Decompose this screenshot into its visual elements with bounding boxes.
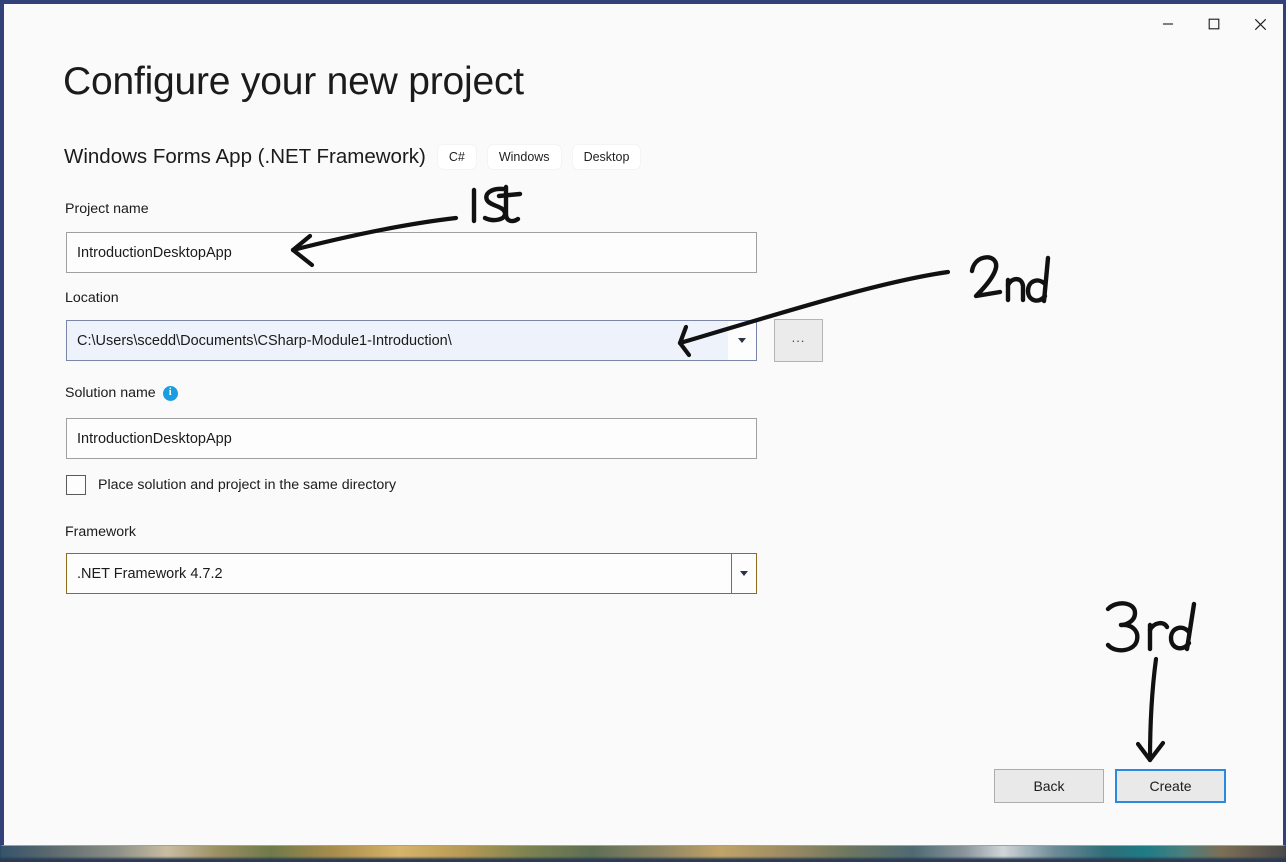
location-dropdown-button[interactable]: [728, 321, 756, 360]
location-combobox[interactable]: C:\Users\scedd\Documents\CSharp-Module1-…: [66, 320, 757, 361]
location-label: Location: [65, 290, 119, 306]
create-button[interactable]: Create: [1115, 769, 1226, 803]
back-button[interactable]: Back: [994, 769, 1104, 803]
framework-selected-value: .NET Framework 4.7.2: [77, 565, 223, 582]
project-name-label: Project name: [65, 201, 149, 217]
framework-dropdown-button[interactable]: [731, 554, 756, 593]
browse-location-button[interactable]: ...: [774, 319, 823, 362]
solution-name-label: Solution name: [65, 385, 156, 401]
same-directory-checkbox[interactable]: [66, 475, 86, 495]
chevron-down-icon: [740, 571, 748, 576]
same-directory-label: Place solution and project in the same d…: [98, 477, 397, 493]
new-project-dialog-window: Configure your new project Windows Forms…: [0, 0, 1286, 846]
template-summary-row: Windows Forms App (.NET Framework) C# Wi…: [64, 145, 641, 170]
browse-button-label: ...: [791, 329, 806, 345]
info-icon[interactable]: i: [162, 385, 178, 401]
page-title: Configure your new project: [63, 60, 524, 103]
framework-label: Framework: [65, 524, 136, 540]
solution-name-label-row: Solution name i: [65, 385, 178, 401]
chevron-down-icon: [738, 338, 746, 343]
tag-project-type: Desktop: [572, 145, 641, 170]
project-name-input[interactable]: IntroductionDesktopApp: [66, 232, 757, 273]
location-input[interactable]: C:\Users\scedd\Documents\CSharp-Module1-…: [67, 321, 728, 360]
tag-platform: Windows: [487, 145, 561, 170]
tag-language: C#: [437, 145, 476, 170]
same-directory-row[interactable]: Place solution and project in the same d…: [66, 475, 396, 495]
framework-combobox[interactable]: .NET Framework 4.7.2: [66, 553, 757, 594]
template-name: Windows Forms App (.NET Framework): [64, 145, 426, 169]
page-content: Configure your new project Windows Forms…: [4, 4, 1283, 845]
solution-name-input[interactable]: IntroductionDesktopApp: [66, 418, 757, 459]
